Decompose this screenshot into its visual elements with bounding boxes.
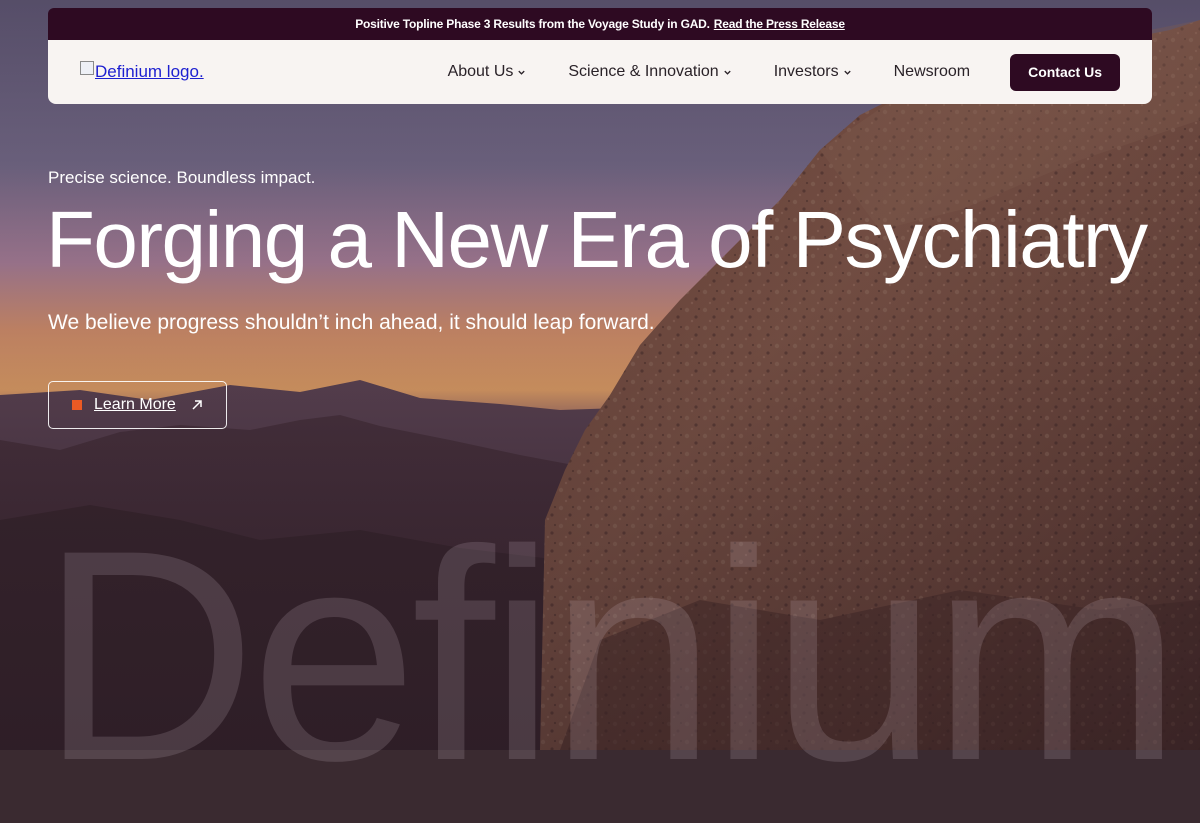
press-release-link[interactable]: Read the Press Release: [714, 17, 845, 31]
hero-headline: Forging a New Era of Psychiatry: [46, 195, 1148, 284]
learn-more-label: Learn More: [94, 396, 176, 413]
hero-tagline: Precise science. Boundless impact.: [48, 168, 316, 187]
chevron-down-icon: [843, 70, 851, 75]
nav-item-science-innovation[interactable]: Science & Innovation: [568, 63, 731, 81]
nav-item-label: About Us: [447, 63, 514, 80]
chevron-down-icon: [518, 70, 526, 75]
arrow-up-right-icon: [192, 400, 202, 410]
announcement-text: Positive Topline Phase 3 Results from th…: [355, 17, 710, 31]
broken-image-icon: [80, 61, 94, 75]
announcement-bar: Positive Topline Phase 3 Results from th…: [48, 8, 1152, 40]
nav-item-newsroom[interactable]: Newsroom: [894, 63, 970, 81]
hero-subheading: We believe progress shouldn’t inch ahead…: [48, 311, 655, 334]
nav-item-label: Science & Innovation: [568, 63, 719, 80]
nav-item-about-us[interactable]: About Us: [448, 63, 527, 81]
background-overlay: [0, 0, 1200, 750]
contact-us-button[interactable]: Contact Us: [1010, 53, 1120, 91]
learn-more-button[interactable]: Learn More: [48, 381, 227, 429]
nav-item-label: Newsroom: [893, 63, 971, 80]
main-nav: About Us Science & Innovation Investors …: [448, 53, 1120, 91]
chevron-down-icon: [724, 70, 731, 75]
square-bullet-icon: [72, 400, 82, 410]
nav-item-investors[interactable]: Investors: [774, 63, 852, 81]
logo-alt-text: Definium logo.: [95, 62, 204, 81]
site-logo[interactable]: Definium logo.: [80, 61, 204, 82]
nav-item-label: Investors: [773, 63, 839, 80]
site-header: Definium logo. About Us Science & Innova…: [48, 40, 1152, 104]
